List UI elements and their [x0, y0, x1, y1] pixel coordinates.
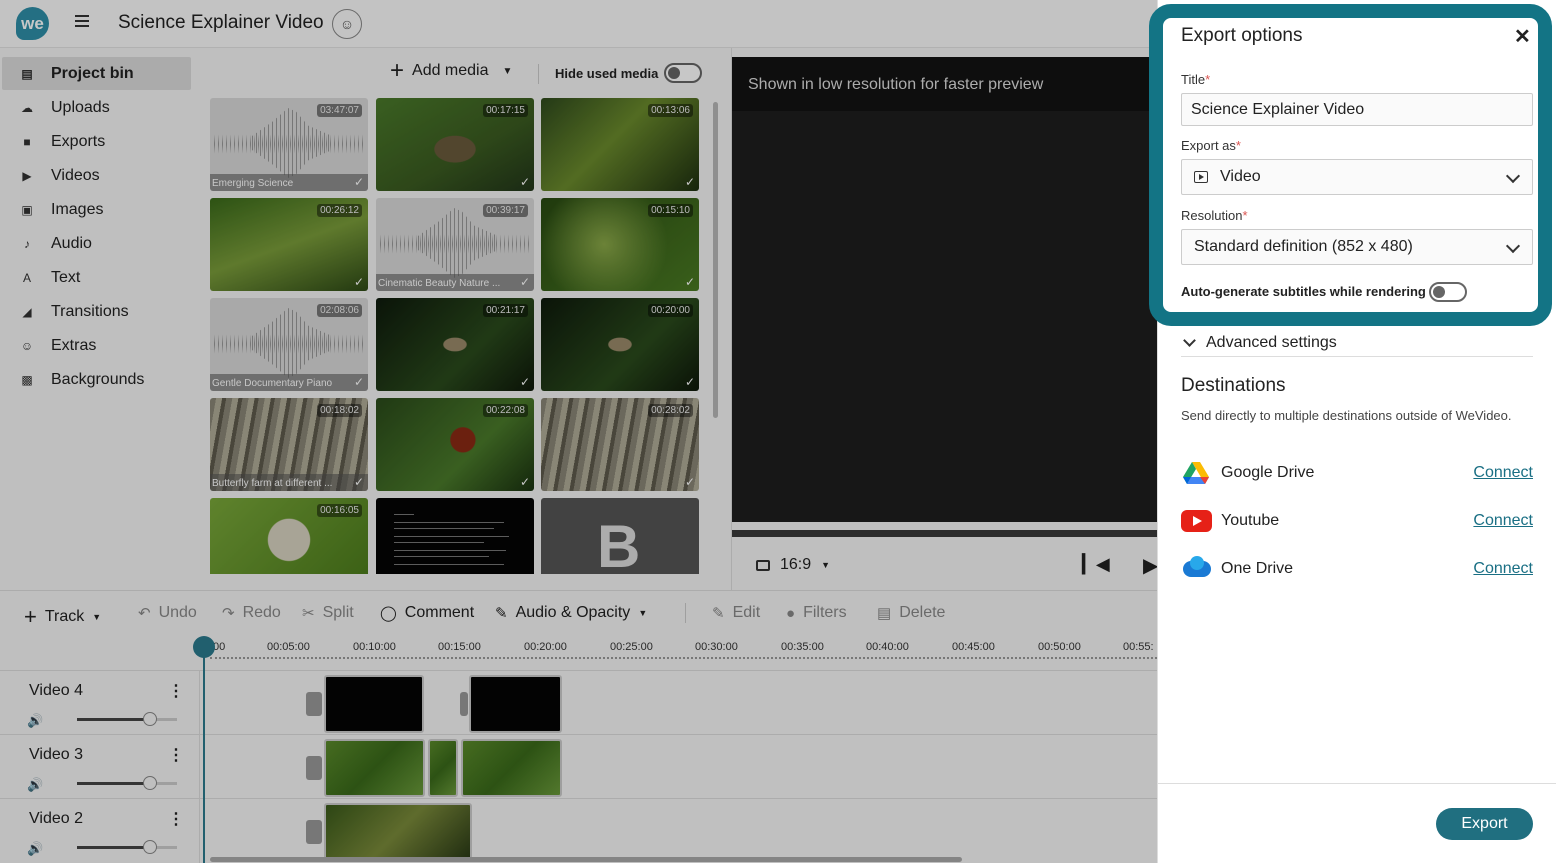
- export-as-label: Export as: [1181, 138, 1236, 153]
- export-as-select[interactable]: Video: [1181, 159, 1533, 195]
- onedrive-icon: [1183, 556, 1211, 577]
- destinations-subtitle: Send directly to multiple destinations o…: [1181, 408, 1512, 423]
- destination-youtube: Youtube Connect: [1181, 506, 1533, 536]
- subtitles-label: Auto-generate subtitles while rendering: [1181, 284, 1426, 299]
- destination-name: Google Drive: [1221, 464, 1315, 481]
- resolution-value: Standard definition (852 x 480): [1194, 238, 1413, 255]
- resolution-field-label: Resolution*: [1181, 208, 1248, 223]
- resolution-select[interactable]: Standard definition (852 x 480): [1181, 229, 1533, 265]
- required-marker: *: [1235, 138, 1241, 153]
- destination-name: One Drive: [1221, 560, 1294, 577]
- chevron-down-icon: [1505, 238, 1521, 254]
- connect-google-drive-link[interactable]: Connect: [1473, 464, 1533, 482]
- export-button[interactable]: Export: [1436, 808, 1533, 840]
- export-as-value: Video: [1220, 168, 1261, 185]
- subtitles-toggle[interactable]: [1429, 282, 1467, 302]
- title-label: Title: [1181, 72, 1206, 87]
- advanced-settings-label: Advanced settings: [1206, 334, 1337, 351]
- video-editor: we Science Explainer Video ☺ ▤ Project bi…: [0, 0, 1556, 863]
- required-marker: *: [1242, 208, 1248, 223]
- video-play-icon: [1194, 171, 1208, 183]
- connect-one-drive-link[interactable]: Connect: [1473, 560, 1533, 578]
- destination-one-drive: One Drive Connect: [1181, 554, 1533, 584]
- close-icon[interactable]: ✕: [1514, 24, 1531, 49]
- destinations-title: Destinations: [1181, 375, 1286, 396]
- resolution-label: Resolution: [1181, 208, 1243, 223]
- destination-google-drive: Google Drive Connect: [1181, 458, 1533, 488]
- advanced-settings-toggle[interactable]: Advanced settings: [1181, 330, 1533, 357]
- chevron-down-icon: [1183, 333, 1196, 347]
- title-input[interactable]: Science Explainer Video: [1181, 93, 1533, 126]
- google-drive-icon: [1183, 462, 1209, 484]
- export-as-field-label: Export as*: [1181, 138, 1241, 153]
- connect-youtube-link[interactable]: Connect: [1473, 512, 1533, 530]
- title-field-label: Title*: [1181, 72, 1210, 87]
- export-options-title: Export options: [1181, 25, 1303, 46]
- required-marker: *: [1205, 72, 1211, 87]
- destination-name: Youtube: [1221, 512, 1280, 529]
- chevron-down-icon: [1505, 168, 1521, 184]
- footer-divider: [1157, 783, 1556, 784]
- modal-overlay[interactable]: [0, 0, 1157, 863]
- youtube-icon: [1181, 510, 1212, 532]
